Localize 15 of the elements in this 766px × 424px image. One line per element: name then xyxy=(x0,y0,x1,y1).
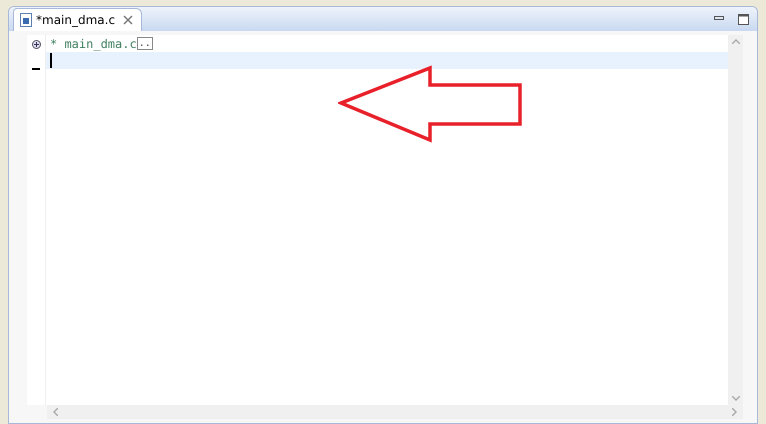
fold-marker[interactable]: .. xyxy=(136,37,153,50)
text-cursor xyxy=(50,53,52,68)
minimize-icon[interactable] xyxy=(714,16,724,21)
scroll-left-icon[interactable] xyxy=(53,408,58,416)
scroll-down-icon[interactable] xyxy=(732,396,740,401)
scroll-up-icon[interactable] xyxy=(732,39,740,44)
c-file-icon xyxy=(20,13,32,27)
close-icon[interactable] xyxy=(123,15,134,25)
expand-icon[interactable] xyxy=(32,40,40,49)
vertical-scrollbar[interactable] xyxy=(728,35,743,405)
code-comment: * main_dma.c xyxy=(50,36,137,50)
maximize-icon[interactable] xyxy=(738,14,749,25)
editor-tab[interactable]: *main_dma.c xyxy=(13,8,142,31)
scroll-right-icon[interactable] xyxy=(732,408,737,416)
horizontal-scrollbar[interactable] xyxy=(47,405,743,419)
